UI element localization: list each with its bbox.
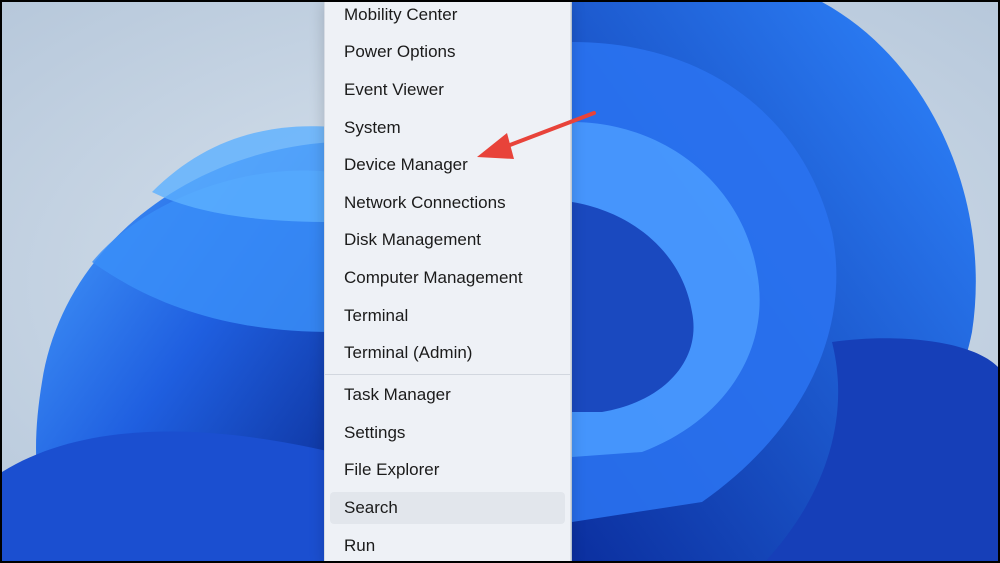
menu-item-label: Terminal xyxy=(344,306,409,325)
menu-item-label: Disk Management xyxy=(344,230,482,249)
menu-item-search[interactable]: Search xyxy=(330,492,565,524)
menu-item-label: Power Options xyxy=(344,42,456,61)
menu-item-run[interactable]: Run xyxy=(330,530,565,561)
menu-item-label: Device Manager xyxy=(344,155,468,174)
menu-item-settings[interactable]: Settings xyxy=(330,417,565,449)
menu-item-network-connections[interactable]: Network Connections xyxy=(330,187,565,219)
menu-item-device-manager[interactable]: Device Manager xyxy=(330,149,565,181)
menu-item-disk-management[interactable]: Disk Management xyxy=(330,224,565,256)
menu-item-label: Terminal (Admin) xyxy=(344,343,473,362)
menu-item-label: System xyxy=(344,118,401,137)
desktop: Mobility Center Power Options Event View… xyxy=(0,0,1000,563)
menu-item-label: Mobility Center xyxy=(344,5,458,24)
menu-item-label: File Explorer xyxy=(344,460,440,479)
menu-item-event-viewer[interactable]: Event Viewer xyxy=(330,74,565,106)
menu-item-label: Event Viewer xyxy=(344,80,444,99)
menu-item-label: Settings xyxy=(344,423,406,442)
menu-item-label: Task Manager xyxy=(344,385,451,404)
menu-item-file-explorer[interactable]: File Explorer xyxy=(330,454,565,486)
menu-item-label: Search xyxy=(344,498,398,517)
menu-item-label: Run xyxy=(344,536,376,555)
menu-item-label: Network Connections xyxy=(344,193,506,212)
menu-item-label: Computer Management xyxy=(344,268,523,287)
menu-item-terminal-admin[interactable]: Terminal (Admin) xyxy=(330,337,565,369)
winx-context-menu: Mobility Center Power Options Event View… xyxy=(324,2,571,561)
menu-item-task-manager[interactable]: Task Manager xyxy=(330,379,565,411)
menu-item-system[interactable]: System xyxy=(330,112,565,144)
menu-item-power-options[interactable]: Power Options xyxy=(330,36,565,68)
menu-item-computer-management[interactable]: Computer Management xyxy=(330,262,565,294)
menu-separator xyxy=(325,374,570,375)
menu-item-terminal[interactable]: Terminal xyxy=(330,300,565,332)
menu-item-mobility-center[interactable]: Mobility Center xyxy=(330,2,565,31)
